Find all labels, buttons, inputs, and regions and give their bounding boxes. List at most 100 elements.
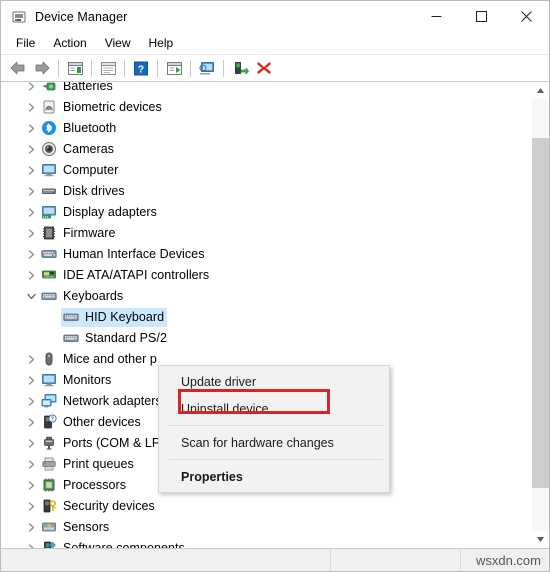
chevron-right-icon[interactable] bbox=[23, 124, 39, 133]
console-tree-icon[interactable] bbox=[64, 57, 86, 79]
tree-item[interactable]: Sensors bbox=[1, 517, 532, 538]
chevron-right-icon[interactable] bbox=[23, 229, 39, 238]
chevron-right-icon[interactable] bbox=[23, 145, 39, 154]
tree-item-content: ? Other devices bbox=[39, 413, 144, 432]
other-device-icon: ? bbox=[41, 414, 57, 430]
forward-arrow-icon[interactable] bbox=[31, 57, 53, 79]
chevron-right-icon[interactable] bbox=[23, 439, 39, 448]
tree-item[interactable]: Standard PS/2 bbox=[1, 328, 532, 349]
context-menu-item-properties[interactable]: Properties bbox=[159, 463, 389, 490]
tree-item-label: Mice and other p bbox=[63, 352, 157, 366]
display-adapter-icon bbox=[41, 204, 57, 220]
tree-item[interactable]: IDE ATA/ATAPI controllers bbox=[1, 265, 532, 286]
processor-icon bbox=[41, 477, 57, 493]
tree-item[interactable]: Cameras bbox=[1, 139, 532, 160]
tree-item[interactable]: HID Keyboard bbox=[1, 307, 532, 328]
context-menu[interactable]: Update driver Uninstall device Scan for … bbox=[158, 365, 390, 493]
vertical-scrollbar[interactable] bbox=[531, 82, 549, 548]
mouse-icon bbox=[41, 351, 57, 367]
port-icon bbox=[41, 435, 57, 451]
menu-help[interactable]: Help bbox=[140, 34, 183, 52]
tree-item-content: Disk drives bbox=[39, 182, 128, 201]
toolbar-separator-1 bbox=[58, 59, 59, 77]
chevron-right-icon[interactable] bbox=[23, 523, 39, 532]
context-menu-item-uninstall-device[interactable]: Uninstall device bbox=[159, 395, 389, 422]
tree-item[interactable]: Batteries bbox=[1, 82, 532, 97]
tree-item[interactable]: Biometric devices bbox=[1, 97, 532, 118]
tree-item-content: Firmware bbox=[39, 224, 118, 243]
maximize-button[interactable] bbox=[459, 1, 504, 32]
chevron-right-icon[interactable] bbox=[23, 250, 39, 259]
tree-item-label: Computer bbox=[63, 163, 119, 177]
chevron-right-icon[interactable] bbox=[23, 166, 39, 175]
toolbar: ? bbox=[1, 55, 549, 82]
tree-item-label: Human Interface Devices bbox=[63, 247, 205, 261]
context-menu-item-scan-for-hardware-changes[interactable]: Scan for hardware changes bbox=[159, 429, 389, 456]
scroll-up-arrow-icon[interactable] bbox=[532, 82, 549, 99]
printer-icon bbox=[41, 456, 57, 472]
status-bar: wsxdn.com bbox=[1, 549, 549, 571]
watermark-text: wsxdn.com bbox=[475, 552, 541, 568]
tree-item[interactable]: Security devices bbox=[1, 496, 532, 517]
tree-item-label: Cameras bbox=[63, 142, 115, 156]
tree-item[interactable]: Disk drives bbox=[1, 181, 532, 202]
scrollbar-track[interactable] bbox=[532, 99, 549, 531]
update-driver-icon[interactable] bbox=[229, 57, 251, 79]
chevron-right-icon[interactable] bbox=[23, 187, 39, 196]
tree-item[interactable]: Human Interface Devices bbox=[1, 244, 532, 265]
close-button[interactable] bbox=[504, 1, 549, 32]
menu-file[interactable]: File bbox=[7, 34, 44, 52]
chevron-right-icon[interactable] bbox=[23, 481, 39, 490]
toolbar-separator-3 bbox=[124, 59, 125, 77]
tree-item[interactable]: Bluetooth bbox=[1, 118, 532, 139]
tree-item-content: Display adapters bbox=[39, 203, 160, 222]
tree-item[interactable]: Computer bbox=[1, 160, 532, 181]
tree-item-content: Standard PS/2 bbox=[61, 329, 170, 348]
chevron-right-icon[interactable] bbox=[23, 418, 39, 427]
camera-icon bbox=[41, 141, 57, 157]
chevron-right-icon[interactable] bbox=[23, 397, 39, 406]
chevron-right-icon[interactable] bbox=[23, 82, 39, 91]
menu-action[interactable]: Action bbox=[44, 34, 95, 52]
tree-item-content: Mice and other p bbox=[39, 350, 160, 369]
minimize-button[interactable] bbox=[414, 1, 459, 32]
red-x-icon[interactable] bbox=[253, 57, 275, 79]
tree-item-content: Computer bbox=[39, 161, 121, 180]
tree-item[interactable]: Software components bbox=[1, 538, 532, 548]
tree-item-label: HID Keyboard bbox=[85, 310, 165, 324]
tree-item-content: Bluetooth bbox=[39, 119, 119, 138]
tree-item-label: Disk drives bbox=[63, 184, 125, 198]
tree-item[interactable]: Display adapters bbox=[1, 202, 532, 223]
chevron-right-icon[interactable] bbox=[23, 355, 39, 364]
tree-item[interactable]: Firmware bbox=[1, 223, 532, 244]
keyboard-icon bbox=[63, 330, 79, 346]
chevron-down-icon[interactable] bbox=[23, 292, 39, 301]
software-component-icon bbox=[41, 540, 57, 548]
chevron-right-icon[interactable] bbox=[23, 376, 39, 385]
properties-window-icon[interactable] bbox=[97, 57, 119, 79]
device-manager-icon bbox=[11, 9, 27, 25]
tree-item-content: Sensors bbox=[39, 518, 112, 537]
status-pane-3: wsxdn.com bbox=[461, 549, 549, 571]
tree-item-label: Biometric devices bbox=[63, 100, 162, 114]
chevron-right-icon[interactable] bbox=[23, 502, 39, 511]
chevron-right-icon[interactable] bbox=[23, 208, 39, 217]
menu-view[interactable]: View bbox=[96, 34, 140, 52]
help-question-icon[interactable]: ? bbox=[130, 57, 152, 79]
tree-item-label: Other devices bbox=[63, 415, 141, 429]
action-window-icon[interactable] bbox=[163, 57, 185, 79]
tree-item-content: Ports (COM & LPT) bbox=[39, 434, 175, 453]
scan-monitor-icon[interactable] bbox=[196, 57, 218, 79]
tree-item-content: Cameras bbox=[39, 140, 117, 159]
chevron-right-icon[interactable] bbox=[23, 103, 39, 112]
back-arrow-icon[interactable] bbox=[7, 57, 29, 79]
chevron-right-icon[interactable] bbox=[23, 544, 39, 548]
menu-bar: File Action View Help bbox=[1, 32, 549, 55]
scroll-down-arrow-icon[interactable] bbox=[532, 531, 549, 548]
bluetooth-icon bbox=[41, 120, 57, 136]
scrollbar-thumb[interactable] bbox=[532, 138, 549, 488]
tree-item[interactable]: Keyboards bbox=[1, 286, 532, 307]
chevron-right-icon[interactable] bbox=[23, 460, 39, 469]
chevron-right-icon[interactable] bbox=[23, 271, 39, 280]
context-menu-item-update-driver[interactable]: Update driver bbox=[159, 368, 389, 395]
